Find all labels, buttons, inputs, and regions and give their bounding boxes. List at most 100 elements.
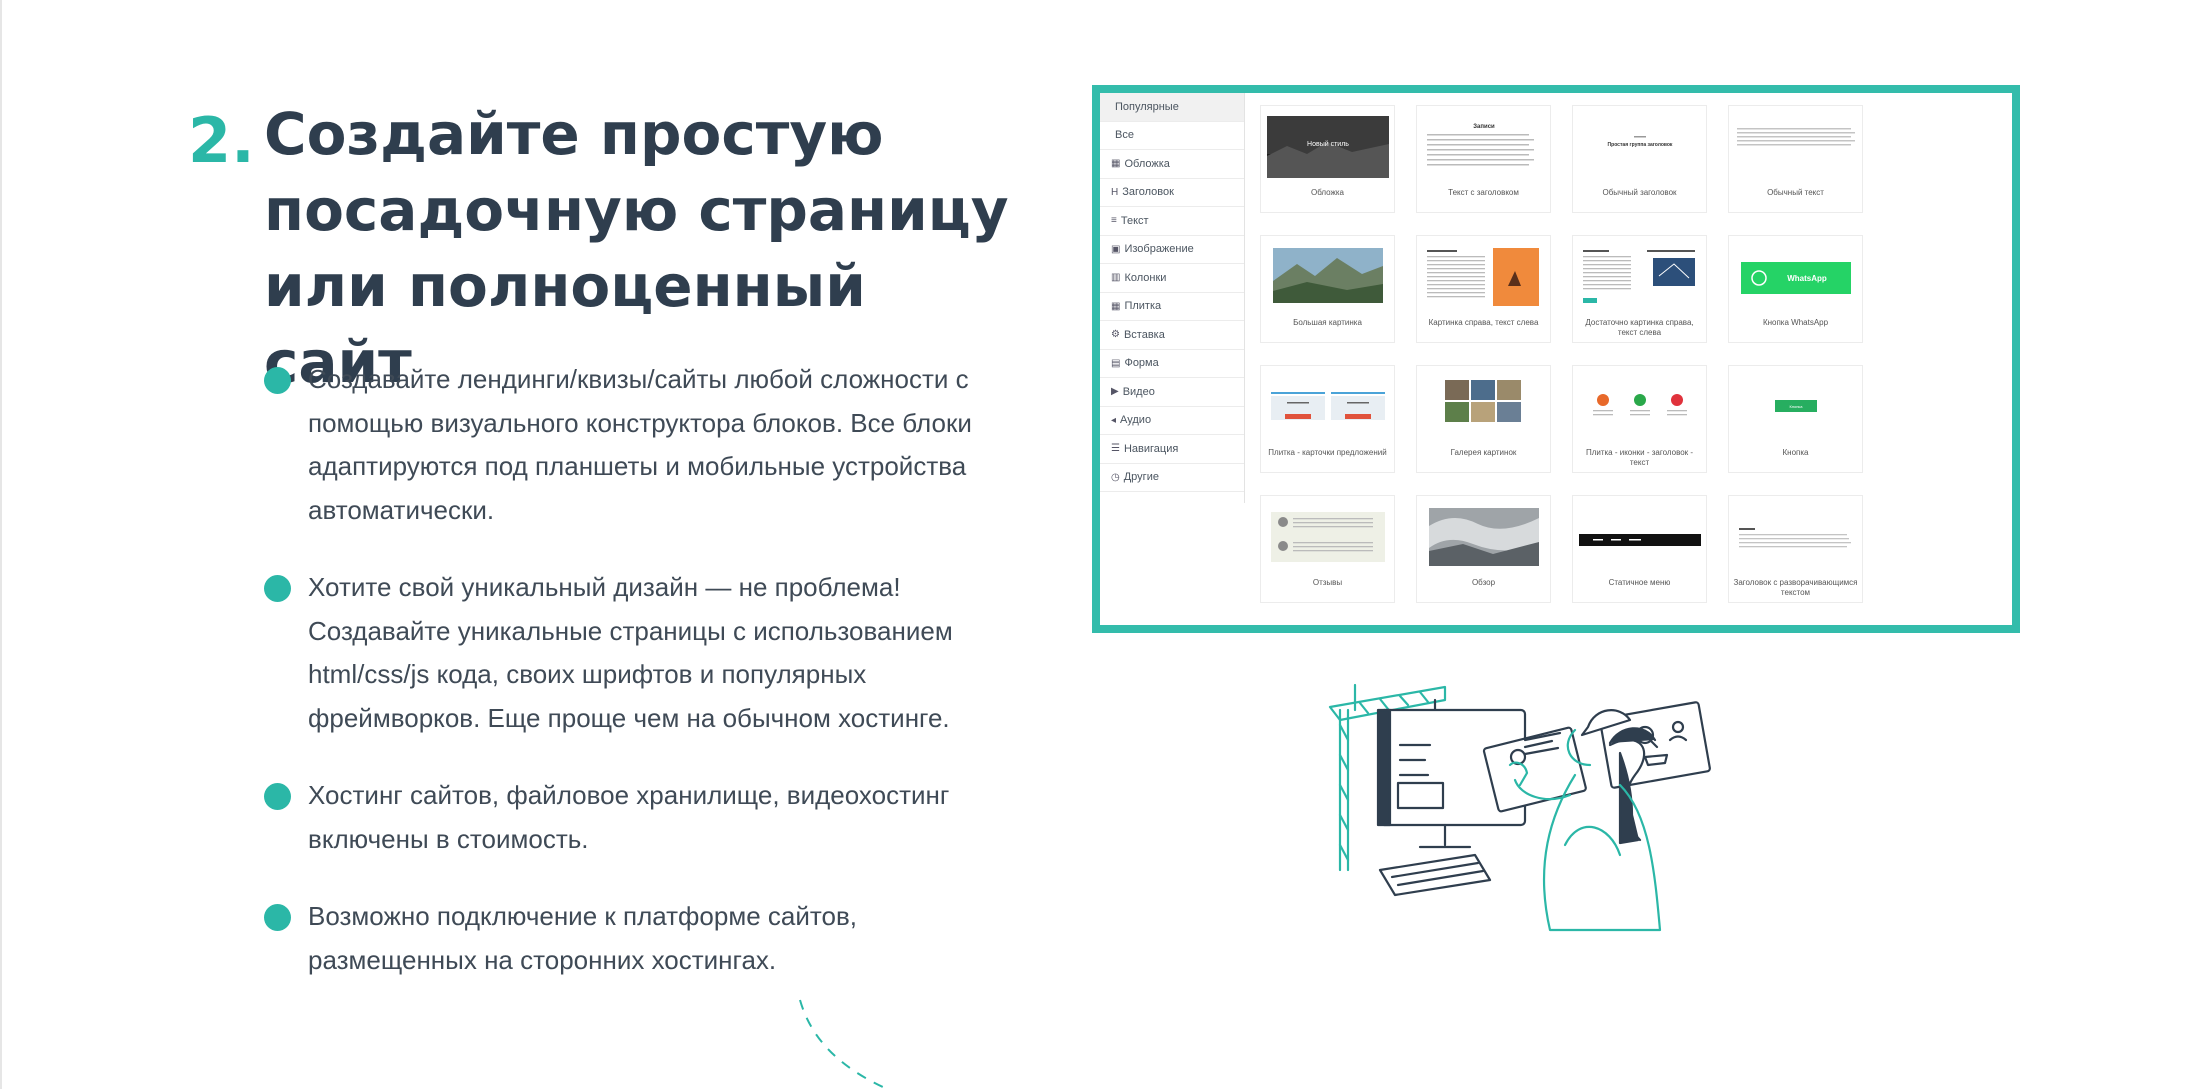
thumb-overlay: WhatsApp bbox=[1787, 274, 1827, 283]
block-thumbnail bbox=[1267, 506, 1389, 568]
block-template-card[interactable]: Отзывы bbox=[1260, 495, 1395, 603]
feature-item: Хотите свой уникальный дизайн — не пробл… bbox=[264, 566, 1024, 740]
sidebar-item[interactable]: ▦ Обложка bbox=[1100, 150, 1244, 179]
bullet-dot-icon bbox=[264, 904, 291, 931]
sidebar-item-label: Колонки bbox=[1124, 271, 1167, 284]
bullet-dot-icon bbox=[264, 783, 291, 810]
block-template-card[interactable]: Большая картинка bbox=[1260, 235, 1395, 343]
sidebar-item[interactable]: ▥ Колонки bbox=[1100, 264, 1244, 293]
block-caption: Статичное меню bbox=[1608, 578, 1671, 587]
block-caption: Текст с заголовком bbox=[1448, 188, 1519, 197]
category-icon: ▦ bbox=[1111, 158, 1121, 170]
block-thumbnail bbox=[1267, 376, 1389, 438]
block-thumbnail: Простая группа заголовок bbox=[1579, 116, 1701, 178]
block-thumbnail bbox=[1735, 506, 1857, 568]
sidebar-item[interactable]: ▶ Видео bbox=[1100, 378, 1244, 407]
sidebar-item-label: Видео bbox=[1122, 385, 1155, 398]
thumb-overlay: Новый стиль bbox=[1307, 140, 1349, 148]
block-caption: Обычный заголовок bbox=[1602, 188, 1677, 197]
block-template-card[interactable]: WhatsApp Кнопка WhatsApp bbox=[1728, 235, 1863, 343]
sidebar-item[interactable]: Все bbox=[1100, 122, 1244, 150]
feature-item: Создавайте лендинги/квизы/сайты любой сл… bbox=[264, 358, 1024, 532]
feature-text: Создавайте лендинги/квизы/сайты любой сл… bbox=[308, 364, 972, 525]
block-caption: Обычный текст bbox=[1767, 188, 1824, 197]
block-template-card[interactable]: Заголовок с разворачивающимся текстом bbox=[1728, 495, 1863, 603]
sidebar-item-label: Популярные bbox=[1115, 100, 1179, 113]
sidebar-item-label: Изображение bbox=[1124, 243, 1194, 256]
block-caption: Обзор bbox=[1471, 578, 1496, 587]
category-icon: ☰ bbox=[1111, 443, 1120, 455]
sidebar-item[interactable]: ◷ Другие bbox=[1100, 464, 1244, 492]
category-icon: ▥ bbox=[1111, 272, 1121, 284]
title-line: Создайте простую bbox=[264, 100, 884, 168]
sidebar-item-label: Форма bbox=[1124, 357, 1159, 370]
block-template-card[interactable]: Простая группа заголовок Обычный заголово… bbox=[1572, 105, 1707, 213]
sidebar-item[interactable]: ◂ Аудио bbox=[1100, 407, 1244, 435]
thumb-overlay: Кнопка bbox=[1790, 404, 1804, 409]
sidebar-item-label: Навигация bbox=[1123, 442, 1179, 455]
block-thumbnail bbox=[1267, 246, 1389, 308]
category-icon: ▦ bbox=[1111, 300, 1121, 312]
block-thumbnail bbox=[1579, 246, 1701, 308]
sidebar-item[interactable]: ▦ Плитка bbox=[1100, 293, 1244, 321]
block-caption: Плитка - иконки - заголовок - текст bbox=[1585, 448, 1694, 467]
category-icon: ◂ bbox=[1111, 414, 1117, 426]
category-icon: ◷ bbox=[1111, 471, 1120, 483]
block-thumbnail: Записи bbox=[1423, 116, 1545, 178]
sidebar-item[interactable]: H Заголовок bbox=[1100, 179, 1244, 207]
block-thumbnail bbox=[1423, 246, 1545, 308]
block-caption: Большая картинка bbox=[1293, 318, 1362, 327]
sidebar-item[interactable]: ▣ Изображение bbox=[1100, 236, 1244, 264]
block-thumbnail bbox=[1423, 376, 1545, 438]
sidebar-item[interactable]: ≡ Текст bbox=[1100, 207, 1244, 236]
feature-text: Хостинг сайтов, файловое хранилище, виде… bbox=[308, 780, 950, 854]
block-caption: Заголовок с разворачивающимся текстом bbox=[1733, 578, 1858, 597]
category-icon: ▤ bbox=[1111, 357, 1121, 369]
sidebar-item[interactable]: ▤ Форма bbox=[1100, 350, 1244, 378]
step-number: 2. bbox=[188, 104, 255, 177]
sidebar-item-label: Текст bbox=[1120, 214, 1149, 227]
bullet-dot-icon bbox=[264, 575, 291, 602]
page-left-border bbox=[0, 0, 2, 1089]
block-template-card[interactable]: Плитка - карточки предложений bbox=[1260, 365, 1395, 473]
block-template-card[interactable]: Обычный текст bbox=[1728, 105, 1863, 213]
block-thumbnail bbox=[1423, 506, 1545, 568]
block-template-card[interactable]: Новый стиль Обложка bbox=[1260, 105, 1395, 213]
category-icon: ▶ bbox=[1111, 386, 1119, 398]
editor-screenshot: Популярные Все ▦ Обложка H Заголовок ≡ Текст ▣ Из… bbox=[1092, 85, 2020, 633]
block-caption: Галерея картинок bbox=[1450, 448, 1517, 457]
block-thumbnail: WhatsApp bbox=[1735, 246, 1857, 308]
category-icon: ≡ bbox=[1111, 215, 1117, 227]
sidebar-item-label: Вставка bbox=[1123, 328, 1165, 341]
feature-item: Хостинг сайтов, файловое хранилище, виде… bbox=[264, 774, 1024, 861]
feature-list: Создавайте лендинги/квизы/сайты любой сл… bbox=[264, 358, 1024, 1016]
sidebar-item[interactable]: Популярные bbox=[1100, 93, 1244, 122]
category-icon: H bbox=[1111, 186, 1119, 198]
block-category-sidebar: Популярные Все ▦ Обложка H Заголовок ≡ Текст ▣ Из… bbox=[1100, 93, 1245, 503]
block-thumbnail bbox=[1735, 116, 1857, 178]
sidebar-item-label: Плитка bbox=[1124, 300, 1162, 313]
section-title: Создайте простую посадочную страницу или… bbox=[264, 96, 1024, 400]
bullet-dot-icon bbox=[264, 367, 291, 394]
block-thumbnail: Новый стиль bbox=[1267, 116, 1389, 178]
block-template-card[interactable]: Статичное меню bbox=[1572, 495, 1707, 603]
block-thumbnail bbox=[1579, 506, 1701, 568]
sidebar-item[interactable]: ☰ Навигация bbox=[1100, 435, 1244, 464]
block-template-card[interactable]: Записи Текст с заголовком bbox=[1416, 105, 1551, 213]
block-template-card[interactable]: Кнопка Кнопка bbox=[1728, 365, 1863, 473]
block-template-card[interactable]: Галерея картинок bbox=[1416, 365, 1551, 473]
sidebar-item[interactable]: ⚙ Вставка bbox=[1100, 321, 1244, 350]
block-caption: Кнопка bbox=[1782, 448, 1809, 457]
block-template-card[interactable]: Плитка - иконки - заголовок - текст bbox=[1572, 365, 1707, 473]
block-template-card[interactable]: Обзор bbox=[1416, 495, 1551, 603]
sidebar-item-label: Все bbox=[1115, 129, 1134, 142]
sidebar-item-label: Другие bbox=[1123, 471, 1159, 484]
block-caption: Картинка справа, текст слева bbox=[1428, 318, 1539, 327]
sidebar-item-label: Аудио bbox=[1120, 414, 1152, 427]
block-template-card[interactable]: Достаточно картинка справа, текст слева bbox=[1572, 235, 1707, 343]
category-icon: ⚙ bbox=[1111, 329, 1120, 341]
block-template-card[interactable]: Картинка справа, текст слева bbox=[1416, 235, 1551, 343]
block-caption: Плитка - карточки предложений bbox=[1268, 448, 1387, 457]
feature-text: Возможно подключение к платформе сайтов,… bbox=[308, 901, 857, 975]
sidebar-item-label: Обложка bbox=[1124, 157, 1170, 170]
